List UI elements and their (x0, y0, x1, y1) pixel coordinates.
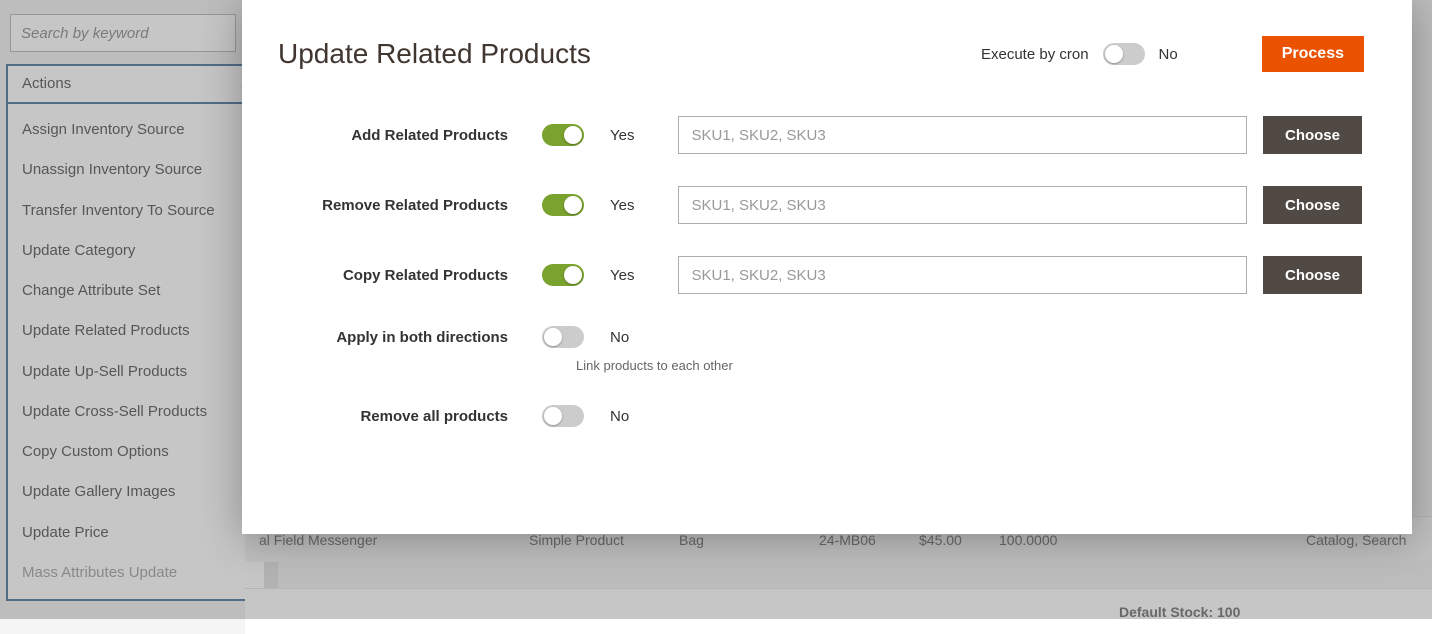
row-copy-related: Copy Related Products Yes Choose (302, 256, 1362, 294)
copy-related-toggle[interactable] (542, 264, 584, 286)
both-directions-toggle[interactable] (542, 326, 584, 348)
add-related-input[interactable] (678, 116, 1247, 154)
both-directions-helper: Link products to each other (576, 358, 1362, 373)
modal-header: Update Related Products Execute by cron … (278, 36, 1364, 72)
add-related-state: Yes (610, 127, 634, 144)
execute-by-cron-state: No (1159, 46, 1178, 63)
remove-all-label: Remove all products (302, 408, 542, 425)
copy-related-choose-button[interactable]: Choose (1263, 256, 1362, 294)
remove-related-input[interactable] (678, 186, 1247, 224)
remove-related-toggle[interactable] (542, 194, 584, 216)
remove-related-label: Remove Related Products (302, 197, 542, 214)
remove-related-choose-button[interactable]: Choose (1263, 186, 1362, 224)
remove-all-state: No (610, 408, 629, 425)
both-directions-state: No (610, 329, 629, 346)
row-both-directions: Apply in both directions No Link product… (302, 326, 1362, 373)
process-button[interactable]: Process (1262, 36, 1364, 72)
modal-title: Update Related Products (278, 38, 591, 70)
row-remove-related: Remove Related Products Yes Choose (302, 186, 1362, 224)
row-remove-all: Remove all products No (302, 405, 1362, 427)
cron-controls: Execute by cron No Process (981, 36, 1364, 72)
remove-related-state: Yes (610, 197, 634, 214)
copy-related-input[interactable] (678, 256, 1247, 294)
add-related-label: Add Related Products (302, 127, 542, 144)
modal-form: Add Related Products Yes Choose Remove R… (302, 116, 1362, 427)
add-related-toggle[interactable] (542, 124, 584, 146)
copy-related-state: Yes (610, 267, 634, 284)
copy-related-label: Copy Related Products (302, 267, 542, 284)
remove-all-toggle[interactable] (542, 405, 584, 427)
add-related-choose-button[interactable]: Choose (1263, 116, 1362, 154)
row-add-related: Add Related Products Yes Choose (302, 116, 1362, 154)
both-directions-label: Apply in both directions (302, 329, 542, 346)
update-related-products-modal: Update Related Products Execute by cron … (242, 0, 1412, 534)
execute-by-cron-toggle[interactable] (1103, 43, 1145, 65)
execute-by-cron-label: Execute by cron (981, 46, 1089, 63)
